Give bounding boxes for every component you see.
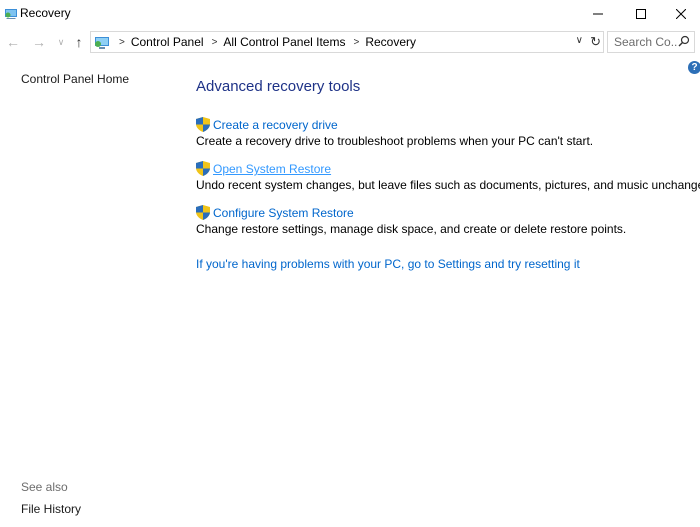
minimize-icon — [593, 13, 603, 14]
refresh-icon[interactable]: ↻ — [590, 34, 601, 50]
search-icon[interactable] — [678, 35, 690, 47]
forward-button[interactable]: → — [30, 33, 48, 51]
breadcrumb-recovery[interactable]: Recovery — [365, 35, 416, 49]
breadcrumb-control-panel[interactable]: Control Panel — [131, 35, 204, 49]
open-system-restore-link[interactable]: Open System Restore — [213, 162, 331, 176]
create-recovery-drive-link[interactable]: Create a recovery drive — [213, 118, 338, 132]
configure-system-restore-link[interactable]: Configure System Restore — [213, 206, 354, 220]
uac-shield-icon — [196, 117, 210, 132]
up-arrow-icon: ↑ — [75, 34, 83, 50]
back-arrow-icon: ← — [6, 34, 20, 50]
up-button[interactable]: ↑ — [70, 33, 88, 51]
back-button[interactable]: ← — [4, 33, 22, 51]
recent-locations-button[interactable]: ∨ — [52, 33, 70, 51]
create-recovery-drive-description: Create a recovery drive to troubleshoot … — [196, 134, 594, 148]
uac-shield-icon — [196, 205, 210, 220]
title-bar: Recovery — [0, 0, 700, 27]
address-bar[interactable]: > Control Panel > All Control Panel Item… — [90, 31, 604, 53]
configure-system-restore-description: Change restore settings, manage disk spa… — [196, 222, 627, 236]
navigation-bar: ← → ∨ ↑ > Control Panel > All Control Pa… — [0, 27, 700, 57]
breadcrumb-all-items[interactable]: All Control Panel Items — [223, 35, 345, 49]
minimize-button[interactable] — [575, 0, 621, 27]
uac-shield-icon — [196, 161, 210, 176]
page-title: Advanced recovery tools — [196, 78, 361, 95]
search-input[interactable]: Search Co... — [614, 35, 678, 49]
maximize-icon — [636, 8, 646, 19]
file-history-link[interactable]: File History — [21, 502, 81, 516]
help-icon[interactable]: ? — [688, 61, 700, 74]
breadcrumb-separator-icon: > — [119, 36, 125, 48]
forward-arrow-icon: → — [32, 34, 46, 50]
address-dropdown-icon[interactable]: ∨ — [576, 35, 583, 46]
control-panel-home-link[interactable]: Control Panel Home — [21, 72, 129, 86]
open-system-restore-description: Undo recent system changes, but leave fi… — [196, 178, 700, 192]
breadcrumb-separator-icon[interactable]: > — [353, 37, 359, 48]
control-panel-icon — [95, 37, 109, 49]
search-box[interactable]: Search Co... — [607, 31, 695, 53]
chevron-down-icon: ∨ — [57, 36, 65, 47]
close-button[interactable] — [658, 0, 700, 27]
see-also-heading: See also — [21, 480, 68, 494]
recovery-icon — [5, 9, 17, 19]
breadcrumb-separator-icon[interactable]: > — [212, 37, 218, 48]
reset-pc-link[interactable]: If you're having problems with your PC, … — [196, 257, 580, 271]
window-title: Recovery — [20, 6, 71, 20]
close-icon — [676, 8, 686, 19]
